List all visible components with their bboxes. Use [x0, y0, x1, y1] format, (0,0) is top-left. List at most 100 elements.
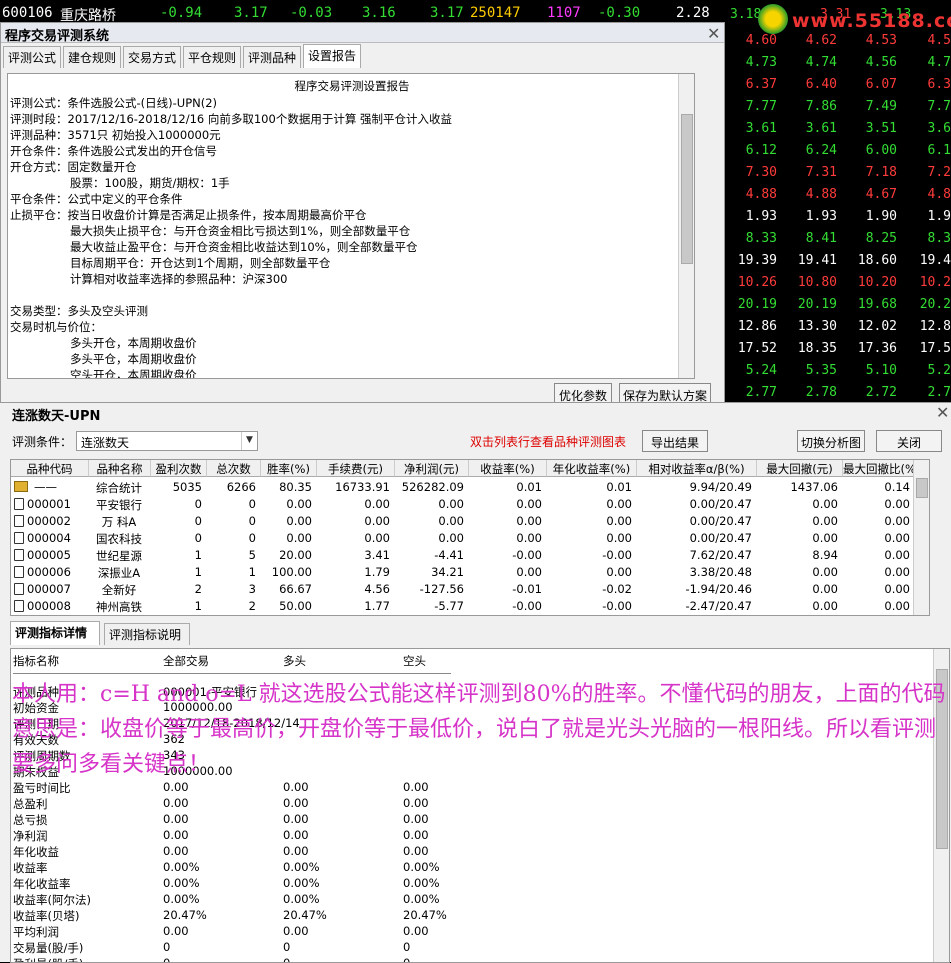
tab-metric-help[interactable]: 评测指标说明: [104, 623, 190, 645]
column-header[interactable]: 最大回撤(元): [757, 460, 843, 477]
quote-cell: 8.3: [927, 231, 951, 246]
quote-cell: 1.90: [865, 209, 897, 224]
column-header[interactable]: 胜率(%): [261, 460, 317, 477]
quote-row[interactable]: 17.52 18.35 17.36 17.5: [725, 338, 951, 360]
metric-value: 0.00: [403, 844, 429, 858]
export-button[interactable]: 导出结果: [642, 430, 708, 452]
table-cell: 0.00: [884, 531, 910, 545]
table-row[interactable]: 000002 万 科A 0 0 0.00 0.00 0.00 0.00 0.00 0.00/20.…: [11, 513, 911, 530]
table-cell: 0.00: [516, 531, 542, 545]
tab-close-rules[interactable]: 平仓规则: [183, 46, 241, 68]
quote-cell: 4.67: [865, 187, 897, 202]
table-cell: -4.41: [434, 548, 464, 562]
tab-symbols[interactable]: 评测品种: [243, 46, 301, 68]
metric-value: 0.00%: [403, 876, 440, 890]
quote-row[interactable]: 10.26 10.80 10.20 10.2: [725, 272, 951, 294]
quote-row[interactable]: 1.93 1.93 1.90 1.9: [725, 206, 951, 228]
report-line: 空头开仓，本周期收盘价: [70, 368, 197, 379]
column-header[interactable]: 总次数: [207, 460, 261, 477]
quote-row[interactable]: 4.88 4.88 4.67 4.8: [725, 184, 951, 206]
quote-cell: 5.35: [805, 363, 837, 378]
tab-metric-detail[interactable]: 评测指标详情: [10, 621, 100, 645]
metric-value: 0.00%: [163, 892, 200, 906]
table-row[interactable]: 000007 全新好 2 3 66.67 4.56 -127.56 -0.01 -0.02 -1.…: [11, 581, 911, 598]
quote-cell: 2.7: [927, 385, 951, 400]
column-header[interactable]: 收益率(%): [469, 460, 547, 477]
quote-cell: 6.12: [745, 143, 777, 158]
tab-trade-mode[interactable]: 交易方式: [123, 46, 181, 68]
column-header[interactable]: 年化收益率(%): [547, 460, 637, 477]
quote-row[interactable]: 4.73 4.74 4.56 4.7: [725, 52, 951, 74]
column-header[interactable]: 净利润(元): [395, 460, 469, 477]
report-line: 最大损失止损平仓：与开仓资金相比亏损达到1%，则全部数量平仓: [70, 224, 411, 238]
close-icon[interactable]: ✕: [936, 403, 949, 422]
table-cell: 0: [194, 514, 202, 528]
quote-cell: 12.8: [919, 319, 951, 334]
report-line: 交易类型：多头及空头评测: [10, 304, 148, 318]
quote-cell: 18.60: [857, 253, 897, 268]
metric-name: 净利润: [13, 829, 48, 843]
report-line: 目标周期平仓：开仓达到1个周期，则全部数量平仓: [70, 256, 331, 270]
scrollbar-thumb[interactable]: [916, 478, 928, 498]
table-row[interactable]: 000006 深振业A 1 1 100.00 1.79 34.21 0.00 0.00 3.38/…: [11, 564, 911, 581]
metric-value: 0.00: [163, 780, 189, 794]
metric-value: 0.00: [163, 812, 189, 826]
table-cell: 万 科A: [101, 515, 137, 529]
tab-settings-report[interactable]: 设置报告: [303, 44, 361, 68]
metric-name: 交易量(股/手): [13, 941, 84, 955]
table-scrollbar[interactable]: [913, 460, 929, 615]
table-row[interactable]: 000005 世纪星源 1 5 20.00 3.41 -4.41 -0.00 -0.00 7.62…: [11, 547, 911, 564]
quote-cell: 2.77: [745, 385, 777, 400]
close-icon[interactable]: ✕: [707, 24, 720, 43]
report-line: 开仓方式：固定数量开仓: [10, 160, 137, 174]
table-row[interactable]: —— 综合统计 5035 6266 80.35 16733.91 526282.09 0.01…: [11, 479, 911, 496]
metric-value: 0.00%: [283, 892, 320, 906]
tab-formula[interactable]: 评测公式: [3, 46, 61, 68]
column-header[interactable]: 品种代码: [11, 460, 89, 477]
quote-row[interactable]: 5.24 5.35 5.10 5.2: [725, 360, 951, 382]
table-cell: 0.00: [884, 565, 910, 579]
table-row[interactable]: 000004 国农科技 0 0 0.00 0.00 0.00 0.00 0.00 0.00/20.…: [11, 530, 911, 547]
quote-row[interactable]: 6.37 6.40 6.07 6.3: [725, 74, 951, 96]
table-row[interactable]: 000008 神州高铁 1 2 50.00 1.77 -5.77 -0.00 -0.00 -2.4…: [11, 598, 911, 615]
table-cell: 0.00: [606, 514, 632, 528]
quote-cell: 1.93: [745, 209, 777, 224]
column-header[interactable]: 手续费(元): [317, 460, 395, 477]
ticker-diff: -0.03: [290, 5, 333, 21]
tab-open-rules[interactable]: 建仓规则: [63, 46, 121, 68]
column-header[interactable]: 盈利次数: [151, 460, 207, 477]
column-header[interactable]: 最大回撤比(%): [843, 460, 920, 477]
quote-row[interactable]: 3.61 3.61 3.51 3.6: [725, 118, 951, 140]
quote-cell: 8.25: [865, 231, 897, 246]
quote-cell: 6.24: [805, 143, 837, 158]
quote-row[interactable]: 8.33 8.41 8.25 8.3: [725, 228, 951, 250]
quote-row[interactable]: 7.30 7.31 7.18 7.2: [725, 162, 951, 184]
table-cell: 深振业A: [97, 566, 141, 580]
quote-row[interactable]: 12.86 13.30 12.02 12.8: [725, 316, 951, 338]
quote-row[interactable]: 6.12 6.24 6.00 6.1: [725, 140, 951, 162]
quote-row[interactable]: 20.19 20.19 19.68 20.2: [725, 294, 951, 316]
table-cell: 0.00: [812, 531, 838, 545]
column-header[interactable]: 相对收益率α/β(%): [637, 460, 757, 477]
report-line: 评测公式：条件选股公式-(日线)-UPN(2): [10, 96, 218, 110]
symbol-code: 000002: [27, 514, 71, 528]
cell-code: ——: [14, 479, 84, 496]
column-header[interactable]: 品种名称: [89, 460, 151, 477]
quote-cell: 12.02: [857, 319, 897, 334]
table-cell: 0.00: [286, 514, 312, 528]
quote-row[interactable]: 2.77 2.78 2.72 2.7: [725, 382, 951, 404]
quote-row[interactable]: 19.39 19.41 18.60 19.4: [725, 250, 951, 272]
close-button[interactable]: 关闭: [876, 430, 942, 452]
quote-cell: 13.30: [797, 319, 837, 334]
table-row[interactable]: 000001 平安银行 0 0 0.00 0.00 0.00 0.00 0.00 0.00/20.…: [11, 496, 911, 513]
metric-value: 0.00%: [163, 876, 200, 890]
condition-select[interactable]: 连涨数天 ▼: [76, 431, 258, 451]
scrollbar-thumb[interactable]: [681, 114, 693, 264]
table-cell: 66.67: [279, 582, 312, 596]
switch-chart-button[interactable]: 切换分析图: [797, 430, 865, 452]
report-scrollbar[interactable]: [678, 74, 694, 378]
quote-cell: 7.31: [805, 165, 837, 180]
table-cell: 1: [248, 565, 256, 579]
quote-row[interactable]: 7.77 7.86 7.49 7.7: [725, 96, 951, 118]
chevron-down-icon[interactable]: ▼: [241, 432, 257, 450]
